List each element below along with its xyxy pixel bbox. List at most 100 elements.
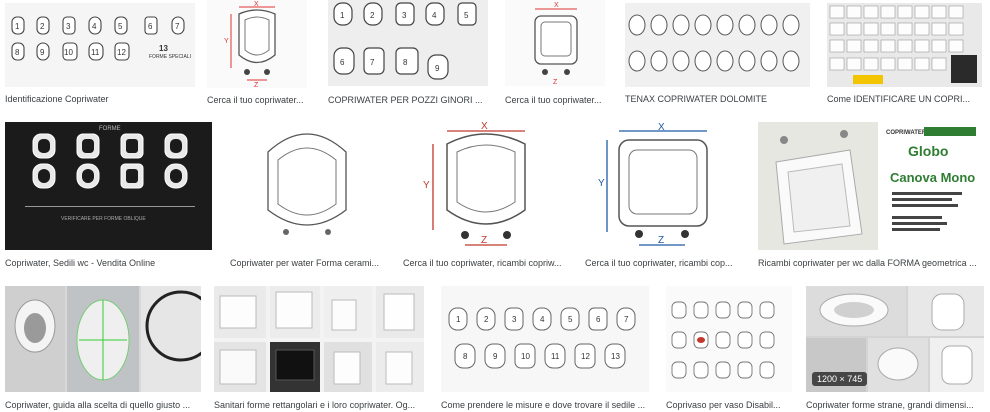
svg-text:5: 5: [464, 11, 469, 20]
result-thumbnail[interactable]: 123 456 789 10 11 12 13: [441, 286, 649, 392]
result-thumbnail[interactable]: COPRIWATER Globo Canova Mono: [758, 122, 980, 250]
svg-text:11: 11: [91, 48, 100, 57]
svg-text:6: 6: [596, 315, 601, 324]
result-caption[interactable]: Copriwater, guida alla scelta di quello …: [5, 400, 205, 411]
result-caption[interactable]: Copriwater, Sedili wc - Vendita Online: [5, 258, 220, 269]
result-thumbnail[interactable]: [214, 286, 424, 392]
large-shapes-diagram: 1 2 3 4 5 6 7 8 9: [328, 0, 488, 86]
result-thumbnail[interactable]: X Y Z: [403, 122, 569, 250]
svg-text:12: 12: [117, 48, 126, 57]
result-caption[interactable]: Come IDENTIFICARE UN COPRI...: [827, 94, 982, 105]
result-tile-13[interactable]: Sanitari forme rettangolari e i loro cop…: [214, 286, 429, 412]
result-tile-1[interactable]: 123 456 789 10 11 12 13 FORME SPECIALI Ide…: [5, 3, 195, 113]
result-caption[interactable]: Ricambi copriwater per wc dalla FORMA ge…: [758, 258, 983, 269]
result-caption[interactable]: Come prendere le misure e dove trovare i…: [441, 400, 653, 411]
seat-measure-diagram: X Y Z: [423, 122, 526, 246]
svg-text:6: 6: [148, 22, 153, 31]
result-caption[interactable]: COPRIWATER PER POZZI GINORI ...: [328, 95, 493, 106]
result-tile-4[interactable]: X Z Cerca il tuo copriwater...: [505, 0, 610, 113]
result-tile-10[interactable]: X Y Z Cerca il tuo copriwater, ricambi c…: [585, 122, 745, 274]
result-caption[interactable]: Cerca il tuo copriwater...: [207, 95, 317, 106]
seat-measure-diagram: X Y Z: [224, 1, 276, 88]
svg-text:Z: Z: [254, 82, 259, 88]
svg-text:12: 12: [581, 352, 590, 361]
svg-text:9: 9: [435, 64, 440, 73]
result-tile-16[interactable]: 1200 × 745 Copriwater forme strane, gran…: [806, 286, 986, 412]
result-caption[interactable]: Copriwater per water Forma cerami...: [230, 258, 390, 269]
svg-text:7: 7: [175, 22, 180, 31]
svg-text:1: 1: [456, 315, 461, 324]
result-thumbnail[interactable]: X Z: [505, 0, 605, 86]
result-tile-2[interactable]: X Y Z Cerca il tuo copriwater...: [207, 0, 317, 113]
result-caption[interactable]: Copriwater forme strane, grandi dimensi.…: [806, 400, 986, 411]
svg-text:X: X: [658, 122, 665, 133]
svg-text:Y: Y: [598, 178, 605, 189]
result-thumbnail[interactable]: [5, 286, 201, 392]
svg-text:9: 9: [493, 352, 498, 361]
sanitari-photos: [214, 286, 424, 392]
result-tile-6[interactable]: Come IDENTIFICARE UN COPRI...: [827, 3, 987, 113]
result-thumbnail[interactable]: X Y Z: [585, 122, 740, 250]
card-tag: COPRIWATER: [886, 130, 927, 136]
svg-text:3: 3: [402, 11, 407, 20]
product-collage: [827, 3, 982, 87]
svg-text:13: 13: [159, 44, 168, 53]
result-caption[interactable]: TENAX COPRIWATER DOLOMITE: [625, 94, 815, 105]
result-thumbnail[interactable]: FORME VERIFICARE PER FORME OBLIQUE: [5, 122, 212, 250]
svg-text:10: 10: [64, 48, 73, 57]
result-tile-14[interactable]: 123 456 789 10 11 12 13 Come prendere le m…: [441, 286, 653, 412]
product-card: COPRIWATER Globo Canova Mono: [758, 122, 976, 250]
svg-text:1: 1: [15, 22, 20, 31]
svg-text:Z: Z: [658, 235, 664, 246]
svg-text:X: X: [554, 2, 559, 9]
svg-text:Y: Y: [423, 180, 430, 191]
svg-text:10: 10: [521, 352, 530, 361]
svg-text:8: 8: [15, 48, 20, 57]
result-thumbnail[interactable]: 1200 × 745: [806, 286, 984, 392]
seat-shapes-grid: [625, 3, 810, 87]
result-thumbnail[interactable]: X Y Z: [207, 0, 307, 88]
result-tile-3[interactable]: 1 2 3 4 5 6 7 8 9 COPRIWATER PER POZZI GINORI …: [328, 0, 493, 113]
svg-text:2: 2: [370, 11, 375, 20]
svg-text:Z: Z: [553, 79, 558, 86]
svg-text:4: 4: [92, 22, 97, 31]
result-caption[interactable]: Coprivaso per vaso Disabil...: [666, 400, 796, 411]
square-seat-diagram: X Y Z: [598, 122, 708, 246]
image-size-badge: 1200 × 745: [812, 372, 868, 386]
result-thumbnail[interactable]: [230, 122, 385, 250]
svg-text:3: 3: [512, 315, 517, 324]
svg-text:9: 9: [40, 48, 45, 57]
result-caption[interactable]: Cerca il tuo copriwater...: [505, 95, 610, 106]
result-tile-7[interactable]: FORME VERIFICARE PER FORME OBLIQUE Copri…: [5, 122, 220, 274]
result-tile-9[interactable]: X Y Z Cerca il tuo copriwater, ricambi c…: [403, 122, 573, 274]
card-brand: Globo: [908, 143, 948, 159]
result-thumbnail[interactable]: [666, 286, 792, 392]
square-seat-diagram: X Z: [534, 2, 578, 86]
result-thumbnail[interactable]: [827, 3, 982, 87]
result-tile-11[interactable]: COPRIWATER Globo Canova Mono Ricambi cop…: [758, 122, 983, 274]
svg-text:6: 6: [340, 58, 345, 67]
result-caption[interactable]: Cerca il tuo copriwater, ricambi copriw.…: [403, 258, 573, 269]
result-tile-12[interactable]: Copriwater, guida alla scelta di quello …: [5, 286, 205, 412]
svg-text:7: 7: [624, 315, 629, 324]
result-tile-8[interactable]: Copriwater per water Forma cerami...: [230, 122, 390, 274]
svg-text:4: 4: [432, 11, 437, 20]
svg-text:4: 4: [540, 315, 545, 324]
result-thumbnail[interactable]: 123 456 789 10 11 12 13 FORME SPECIALI: [5, 3, 195, 87]
result-tile-15[interactable]: Coprivaso per vaso Disabil...: [666, 286, 796, 412]
result-caption[interactable]: Cerca il tuo copriwater, ricambi cop...: [585, 258, 745, 269]
svg-text:5: 5: [118, 22, 123, 31]
result-thumbnail[interactable]: [625, 3, 810, 87]
result-thumbnail[interactable]: 1 2 3 4 5 6 7 8 9: [328, 0, 488, 86]
svg-text:13: 13: [611, 352, 620, 361]
grid-heading: FORME: [99, 126, 121, 132]
result-tile-5[interactable]: TENAX COPRIWATER DOLOMITE: [625, 3, 815, 113]
svg-text:X: X: [254, 1, 259, 8]
grid-footer: VERIFICARE PER FORME OBLIQUE: [61, 216, 146, 222]
svg-text:Z: Z: [481, 235, 487, 246]
svg-text:8: 8: [463, 352, 468, 361]
result-caption[interactable]: Sanitari forme rettangolari e i loro cop…: [214, 400, 429, 411]
result-caption[interactable]: Identificazione Copriwater: [5, 94, 195, 105]
svg-text:8: 8: [403, 58, 408, 67]
svg-text:X: X: [481, 122, 488, 132]
